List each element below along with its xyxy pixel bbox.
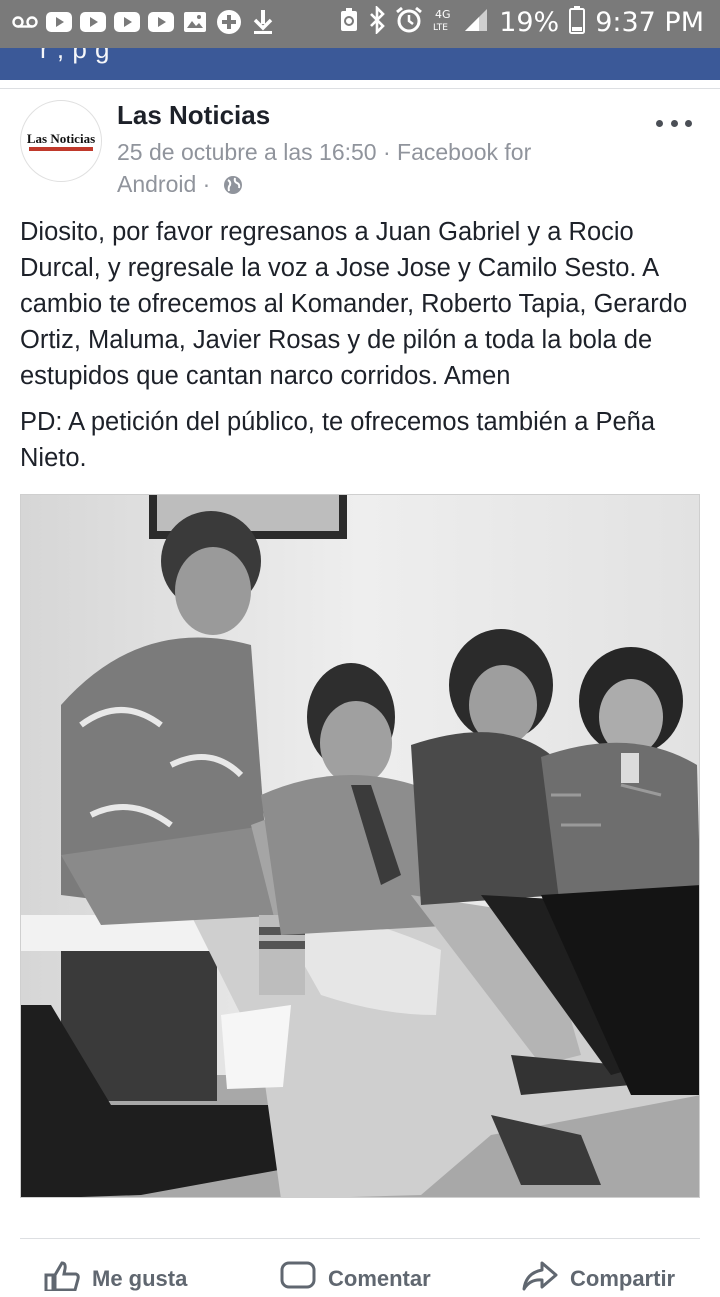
post-photo[interactable] — [20, 494, 700, 1198]
add-circle-icon — [216, 9, 242, 35]
svg-text:4G: 4G — [435, 8, 451, 21]
avatar-logo-text: Las Noticias — [26, 131, 96, 146]
youtube-icon — [114, 9, 140, 35]
clock: 9:37 PM — [595, 7, 704, 38]
more-dot — [656, 120, 663, 127]
comment-button[interactable]: Comentar — [280, 1261, 431, 1297]
more-icon[interactable] — [656, 120, 692, 130]
post-author[interactable]: Las Noticias — [117, 100, 270, 131]
download-icon — [250, 9, 276, 35]
post-meta-text[interactable]: 25 de octubre a las 16:50 · Facebook for… — [117, 139, 531, 197]
thumbs-up-icon — [44, 1261, 80, 1297]
facebook-header: r , p g — [0, 48, 720, 80]
share-button[interactable]: Compartir — [522, 1261, 675, 1297]
post-paragraph: PD: A petición del público, te ofrecemos… — [20, 408, 656, 472]
globe-icon — [223, 171, 243, 203]
image-icon — [182, 9, 208, 35]
avatar[interactable]: Las Noticias — [20, 100, 102, 182]
alarm-icon — [395, 6, 423, 39]
voicemail-icon — [12, 9, 38, 35]
header-partial-text: r , p g — [40, 48, 110, 64]
youtube-icon — [148, 9, 174, 35]
bluetooth-icon — [369, 4, 386, 39]
share-label: Compartir — [570, 1266, 676, 1291]
svg-text:LTE: LTE — [433, 23, 448, 33]
youtube-icon — [46, 9, 72, 35]
post-text: Diosito, por favor regresanos a Juan Gab… — [20, 214, 700, 486]
comment-icon — [280, 1261, 316, 1297]
battery-icon — [569, 6, 586, 39]
lte-icon: 4G LTE — [433, 6, 453, 39]
share-icon — [522, 1261, 558, 1297]
recycle-icon — [339, 7, 359, 38]
post-paragraph: Diosito, por favor regresanos a Juan Gab… — [20, 218, 688, 390]
youtube-icon — [80, 9, 106, 35]
like-label: Me gusta — [92, 1266, 188, 1291]
status-right-icons: 4G LTE 19% 9:37 PM — [339, 4, 704, 39]
post-meta: 25 de octubre a las 16:50 · Facebook for… — [117, 136, 577, 203]
status-bar: 4G LTE 19% 9:37 PM — [0, 0, 720, 48]
like-button[interactable]: Me gusta — [44, 1261, 187, 1297]
more-dot — [685, 120, 692, 127]
photo-illustration — [21, 495, 699, 1197]
avatar-logo-bar — [29, 147, 93, 151]
action-bar: Me gusta Comentar Compartir — [20, 1238, 700, 1293]
battery-percent: 19% — [499, 7, 560, 38]
signal-icon — [463, 7, 489, 38]
more-dot — [670, 120, 678, 127]
status-left-icons — [12, 9, 276, 35]
comment-label: Comentar — [328, 1266, 431, 1291]
